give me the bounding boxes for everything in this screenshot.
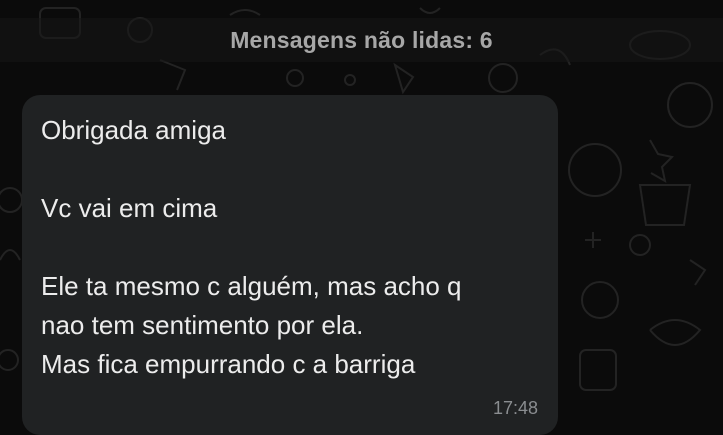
message-line <box>41 150 541 189</box>
message-line: Mas fica empurrando c a barriga <box>41 349 416 379</box>
message-line: nao tem sentimento por ela. <box>41 310 364 340</box>
unread-messages-banner: Mensagens não lidas: 6 <box>0 18 723 62</box>
message-line: Obrigada amiga <box>41 115 226 145</box>
incoming-message-bubble[interactable]: Obrigada amiga Vc vai em cima Ele ta mes… <box>22 95 558 435</box>
unread-messages-label: Mensagens não lidas: 6 <box>230 26 493 53</box>
message-line: Ele ta mesmo c alguém, mas acho q <box>41 271 462 301</box>
message-line <box>41 228 541 267</box>
message-text: Obrigada amiga Vc vai em cima Ele ta mes… <box>41 111 541 384</box>
message-timestamp: 17:48 <box>492 398 538 418</box>
message-line: Vc vai em cima <box>41 193 218 223</box>
